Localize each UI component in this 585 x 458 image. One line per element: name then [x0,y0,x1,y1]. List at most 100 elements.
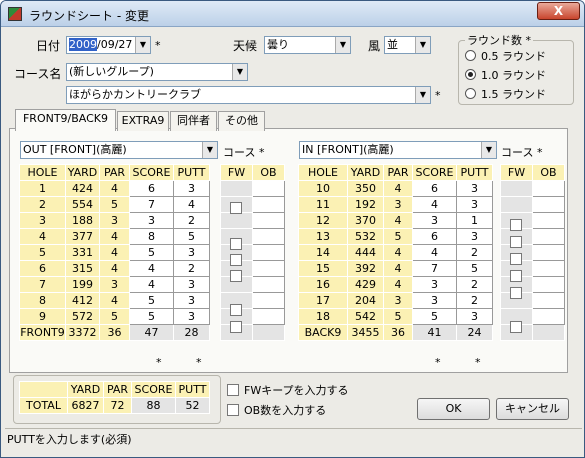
fw-cell [220,180,253,197]
score-input[interactable]: 3 [129,212,174,229]
score-input[interactable]: 4 [129,260,174,277]
yard-cell: 572 [65,308,100,325]
putt-input[interactable]: 3 [456,196,493,213]
putt-input[interactable]: 3 [173,180,210,197]
score-input[interactable]: 6 [412,228,457,245]
tab-other[interactable]: その他 [218,111,265,131]
tab-front-back[interactable]: FRONT9/BACK9 [15,109,116,131]
tab-companions[interactable]: 同伴者 [170,111,217,131]
chevron-down-icon[interactable]: ▼ [202,142,217,158]
ob-input[interactable] [532,196,565,213]
wind-select[interactable]: 並 ▼ [384,36,431,54]
ok-button[interactable]: OK [417,398,490,420]
ob-input[interactable] [532,180,565,197]
ob-input[interactable] [252,196,285,213]
fw-keep-checkbox[interactable] [227,384,239,396]
yard-cell: 412 [65,292,100,309]
course-group-select[interactable]: (新しいグループ) ▼ [66,63,248,81]
putt-input[interactable]: 2 [173,260,210,277]
fw-checkbox[interactable] [230,238,242,250]
putt-input[interactable]: 1 [456,212,493,229]
ob-input[interactable] [532,308,565,325]
fw-checkbox[interactable] [230,304,242,316]
putt-input[interactable]: 3 [173,308,210,325]
fw-checkbox[interactable] [230,270,242,282]
weather-select[interactable]: 曇り ▼ [264,36,351,54]
round-radio-0-5[interactable] [465,50,476,61]
putt-input[interactable]: 2 [173,212,210,229]
score-input[interactable]: 4 [412,244,457,261]
ob-input[interactable] [252,212,285,229]
ob-input[interactable] [252,308,285,325]
chevron-down-icon[interactable]: ▼ [232,64,247,80]
ob-input[interactable] [532,244,565,261]
close-button[interactable]: X [537,2,580,20]
ob-input[interactable] [252,276,285,293]
putt-input[interactable]: 3 [456,180,493,197]
putt-input[interactable]: 4 [173,196,210,213]
fw-checkbox[interactable] [510,253,522,265]
putt-input[interactable]: 3 [173,292,210,309]
fw-checkbox[interactable] [230,202,242,214]
score-input[interactable]: 4 [129,276,174,293]
chevron-down-icon[interactable]: ▼ [135,37,150,53]
score-input[interactable]: 5 [129,292,174,309]
score-input[interactable]: 3 [412,212,457,229]
score-input[interactable]: 5 [129,308,174,325]
chevron-down-icon[interactable]: ▼ [415,37,430,53]
score-input[interactable]: 4 [412,196,457,213]
date-field[interactable]: 2009/09/27 ▼ [66,36,151,54]
score-input[interactable]: 7 [412,260,457,277]
ob-input[interactable] [532,212,565,229]
round-radio-1-0[interactable] [465,69,476,80]
fw-checkbox[interactable] [510,287,522,299]
fw-checkbox[interactable] [510,219,522,231]
putt-input[interactable]: 3 [173,276,210,293]
table-row: 9 572 5 5 3 [19,308,210,325]
col-header: SCORE [129,164,174,181]
score-input[interactable]: 3 [412,292,457,309]
summary-putt: 52 [175,397,210,414]
cancel-button[interactable]: キャンセル [496,398,569,420]
ob-input[interactable] [532,228,565,245]
score-input[interactable]: 8 [129,228,174,245]
ob-input[interactable] [532,292,565,309]
putt-input[interactable]: 5 [173,228,210,245]
putt-input[interactable]: 3 [456,308,493,325]
putt-input[interactable]: 5 [456,260,493,277]
ob-input[interactable] [252,244,285,261]
fw-checkbox[interactable] [230,321,242,333]
putt-input[interactable]: 2 [456,276,493,293]
score-input[interactable]: 3 [412,276,457,293]
title-bar[interactable]: ラウンドシート - 変更 X [1,1,584,27]
course-select[interactable]: ほがらかカントリークラブ ▼ [66,86,431,104]
score-input[interactable]: 6 [129,180,174,197]
score-input[interactable]: 5 [129,244,174,261]
chevron-down-icon[interactable]: ▼ [415,87,430,103]
ob-input[interactable] [252,228,285,245]
round-radio-1-5[interactable] [465,88,476,99]
out-course-select[interactable]: OUT [FRONT](高麗) ▼ [20,141,218,159]
ob-count-checkbox[interactable] [227,404,239,416]
putt-input[interactable]: 2 [456,292,493,309]
ob-input[interactable] [532,276,565,293]
putt-input[interactable]: 3 [456,228,493,245]
tab-extra9[interactable]: EXTRA9 [117,111,169,131]
chevron-down-icon[interactable]: ▼ [335,37,350,53]
score-input[interactable]: 6 [412,180,457,197]
score-input[interactable]: 5 [412,308,457,325]
ob-input[interactable] [252,260,285,277]
col-header: SCORE [412,164,457,181]
chevron-down-icon[interactable]: ▼ [481,142,496,158]
putt-input[interactable]: 2 [456,244,493,261]
fw-checkbox[interactable] [510,270,522,282]
fw-checkbox[interactable] [510,236,522,248]
fw-checkbox[interactable] [510,321,522,333]
ob-input[interactable] [252,180,285,197]
fw-checkbox[interactable] [230,254,242,266]
in-course-select[interactable]: IN [FRONT](高麗) ▼ [299,141,497,159]
ob-input[interactable] [532,260,565,277]
ob-input[interactable] [252,292,285,309]
putt-input[interactable]: 3 [173,244,210,261]
score-input[interactable]: 7 [129,196,174,213]
